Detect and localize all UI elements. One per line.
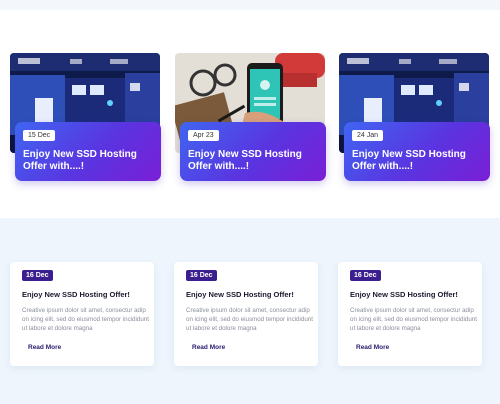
post-date-badge: 24 Jan [352, 130, 384, 141]
featured-post-overlay: Apr 23 Enjoy New SSD Hosting Offer with.… [180, 122, 326, 181]
post-title[interactable]: Enjoy New SSD Hosting Offer! [186, 290, 294, 299]
post-date-badge: 15 Dec [23, 130, 56, 141]
post-excerpt: Creative ipsum dolor sit amet, consectur… [22, 307, 149, 332]
featured-post-overlay: 15 Dec Enjoy New SSD Hosting Offer with.… [15, 122, 161, 181]
featured-post-card[interactable]: 15 Dec Enjoy New SSD Hosting Offer with.… [10, 53, 161, 181]
post-title[interactable]: Enjoy New SSD Hosting Offer with....! [352, 149, 484, 173]
top-band [0, 0, 500, 10]
blog-post-card: 16 Dec Enjoy New SSD Hosting Offer! Crea… [174, 262, 318, 366]
read-more-link[interactable]: Read More [192, 344, 225, 351]
post-date-badge: 16 Dec [22, 270, 53, 281]
post-excerpt: Creative ipsum dolor sit amet, consectur… [350, 307, 477, 332]
post-date-badge: Apr 23 [188, 130, 219, 141]
post-title[interactable]: Enjoy New SSD Hosting Offer! [22, 290, 130, 299]
blog-post-card: 16 Dec Enjoy New SSD Hosting Offer! Crea… [10, 262, 154, 366]
featured-post-overlay: 24 Jan Enjoy New SSD Hosting Offer with.… [344, 122, 490, 181]
read-more-link[interactable]: Read More [28, 344, 61, 351]
featured-post-card[interactable]: 24 Jan Enjoy New SSD Hosting Offer with.… [339, 53, 490, 181]
post-date-badge: 16 Dec [186, 270, 217, 281]
read-more-link[interactable]: Read More [356, 344, 389, 351]
post-title[interactable]: Enjoy New SSD Hosting Offer with....! [188, 149, 320, 173]
post-title[interactable]: Enjoy New SSD Hosting Offer with....! [23, 149, 155, 173]
post-excerpt: Creative ipsum dolor sit amet, consectur… [186, 307, 313, 332]
featured-post-card[interactable]: Apr 23 Enjoy New SSD Hosting Offer with.… [175, 53, 326, 181]
post-date-badge: 16 Dec [350, 270, 381, 281]
post-title[interactable]: Enjoy New SSD Hosting Offer! [350, 290, 458, 299]
blog-post-card: 16 Dec Enjoy New SSD Hosting Offer! Crea… [338, 262, 482, 366]
